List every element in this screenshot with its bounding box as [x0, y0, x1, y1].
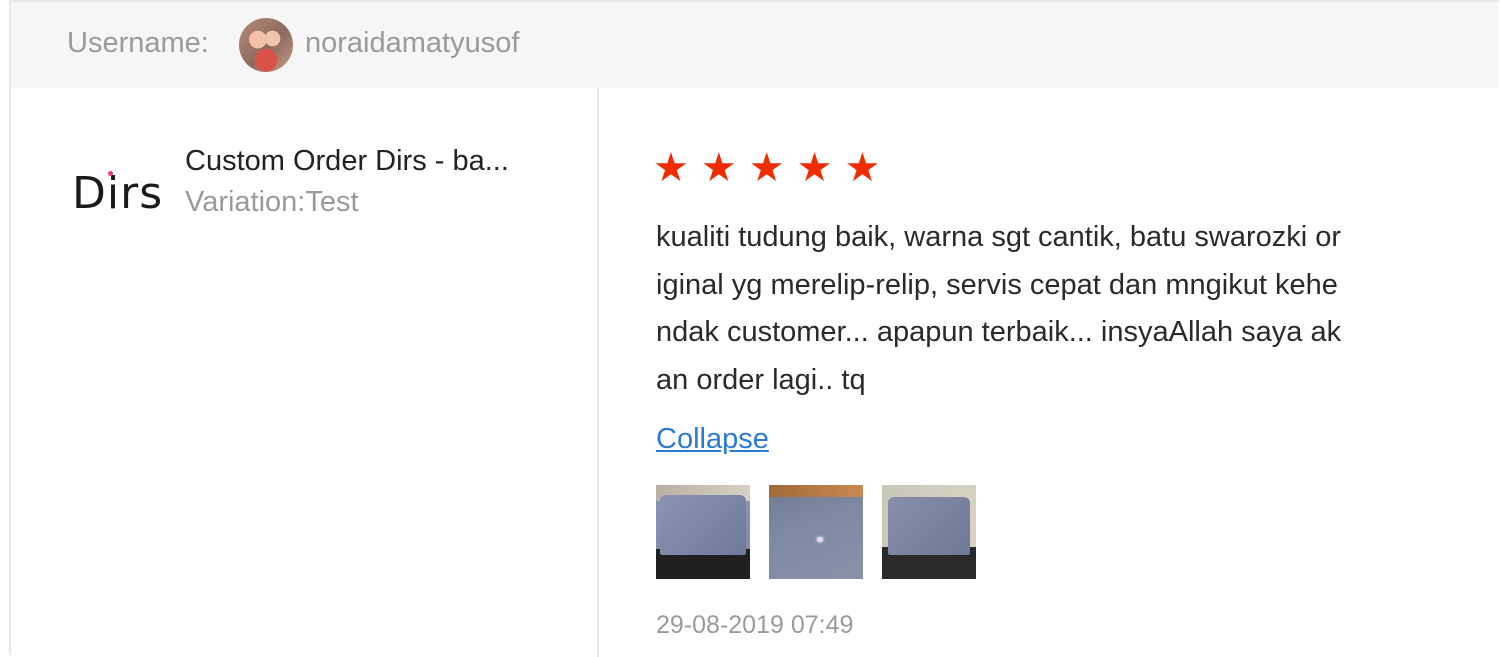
star-icon: ★	[844, 145, 881, 191]
product-name[interactable]: Custom Order Dirs - ba...	[185, 145, 509, 178]
logo-accent-dot	[108, 171, 113, 176]
review-image-thumbnail[interactable]	[882, 485, 976, 579]
product-variation: Variation:Test	[185, 186, 359, 218]
star-icon: ★	[700, 145, 737, 191]
review-text-line: kualiti tudung baik, warna sgt cantik, b…	[656, 221, 1342, 253]
review-text-line: an order lagi.. tq	[656, 363, 866, 396]
review-card: Username: noraidamatyusof Dirs Custom Or…	[9, 0, 1499, 657]
review-text: kualiti tudung baik, warna sgt cantik, b…	[656, 214, 1456, 404]
avatar	[239, 18, 293, 72]
review-timestamp: 29-08-2019 07:49	[656, 611, 854, 639]
review-text-line: ndak customer... apapun terbaik... insya…	[656, 316, 1342, 348]
review-header: Username: noraidamatyusof	[11, 2, 1499, 88]
star-icon: ★	[796, 145, 833, 191]
star-icon: ★	[653, 145, 689, 191]
star-rating: ★ ★ ★ ★ ★	[653, 144, 880, 192]
collapse-link[interactable]: Collapse	[656, 423, 769, 456]
review-image-gallery	[656, 485, 976, 579]
star-icon: ★	[748, 145, 785, 191]
username-label: Username:	[67, 27, 209, 59]
column-divider	[597, 88, 599, 657]
review-image-thumbnail[interactable]	[769, 485, 863, 579]
username: noraidamatyusof	[305, 27, 520, 59]
review-text-line: iginal yg merelip-relip, servis cepat da…	[656, 268, 1338, 301]
review-image-thumbnail[interactable]	[656, 485, 750, 579]
product-logo: Dirs	[72, 168, 164, 219]
